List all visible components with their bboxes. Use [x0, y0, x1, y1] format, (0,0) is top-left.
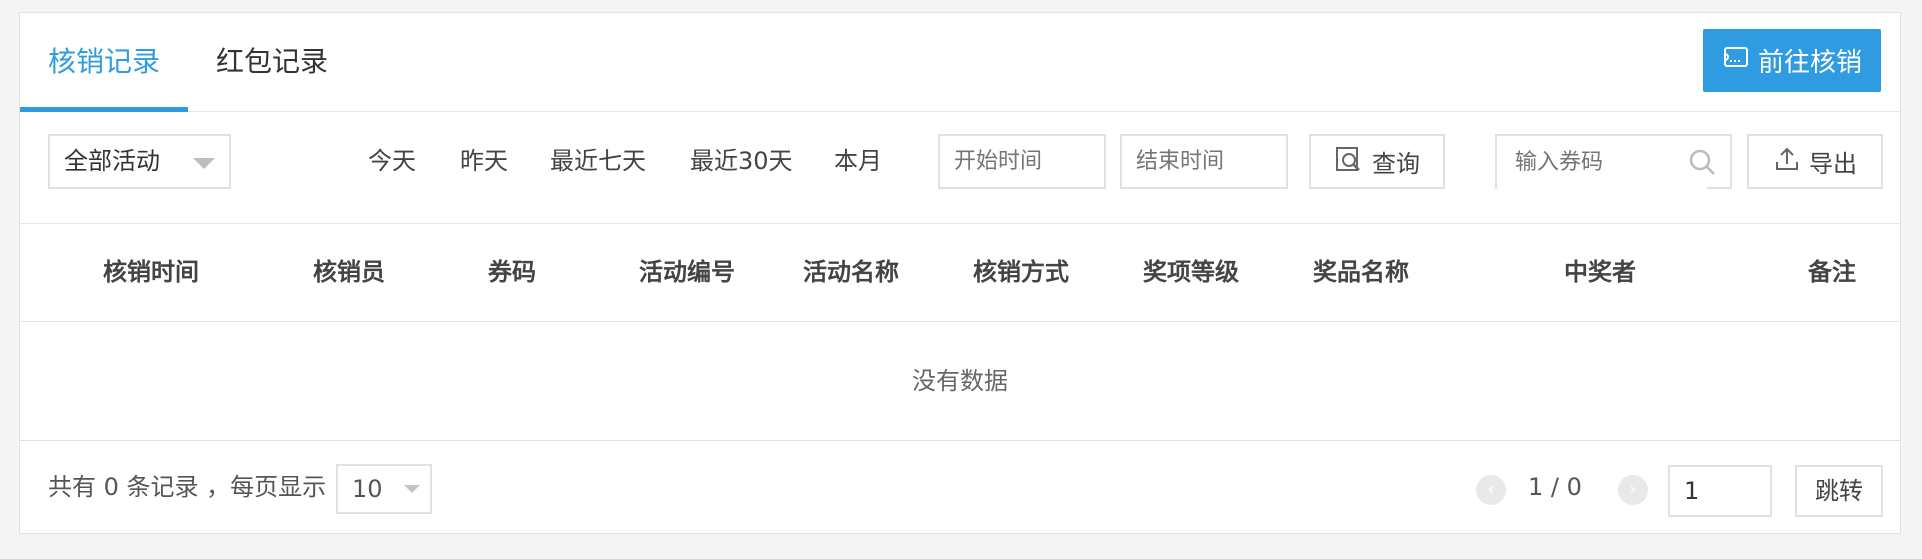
jump-page-input[interactable] [1668, 465, 1772, 517]
pagination-footer: 共有 0 条记录 ，每页显示 10 ‹ 1 / 0 › 跳转 [20, 441, 1900, 535]
col-verifier: 核销员 [313, 258, 385, 286]
records-panel: 核销记录 红包记录 前往核销 全部活动 今天 昨天 最近七天 最近30天 本月 … [19, 12, 1901, 534]
page-indicator: 1 / 0 [1528, 473, 1582, 501]
page-size-value: 10 [352, 475, 383, 503]
col-activity-id: 活动编号 [639, 258, 735, 286]
col-coupon-code: 券码 [488, 258, 536, 286]
range-this-month[interactable]: 本月 [834, 134, 882, 189]
tab-red-packet-records[interactable]: 红包记录 [216, 13, 328, 111]
start-date-input[interactable] [938, 134, 1106, 189]
search-doc-icon [1334, 145, 1362, 179]
export-label: 导出 [1809, 150, 1857, 178]
col-verify-method: 核销方式 [973, 258, 1069, 286]
col-winner: 中奖者 [1564, 258, 1636, 286]
end-date-input[interactable] [1120, 134, 1288, 189]
range-today[interactable]: 今天 [368, 134, 416, 189]
search-icon[interactable] [1688, 148, 1716, 176]
export-button[interactable]: 导出 [1747, 134, 1883, 189]
activity-select-value: 全部活动 [64, 147, 160, 175]
go-verify-button[interactable]: 前往核销 [1703, 29, 1881, 92]
chevron-down-icon [404, 485, 420, 493]
upload-icon [1773, 145, 1801, 179]
query-button[interactable]: 查询 [1309, 134, 1445, 189]
tab-bar: 核销记录 红包记录 前往核销 [19, 13, 1900, 112]
ticket-icon [1722, 43, 1750, 78]
range-last-7-days[interactable]: 最近七天 [550, 134, 646, 189]
col-verify-time: 核销时间 [103, 258, 199, 286]
coupon-code-input[interactable] [1497, 136, 1707, 189]
range-yesterday[interactable]: 昨天 [460, 134, 508, 189]
jump-button[interactable]: 跳转 [1795, 465, 1883, 517]
table-header: 核销时间 核销员 券码 活动编号 活动名称 核销方式 奖项等级 奖品名称 中奖者… [20, 223, 1900, 322]
col-prize-name: 奖品名称 [1313, 258, 1409, 286]
next-page-button[interactable]: › [1618, 475, 1648, 505]
query-label: 查询 [1372, 150, 1420, 178]
page-size-select[interactable]: 10 [336, 464, 432, 514]
empty-state: 没有数据 [20, 322, 1900, 441]
tab-verification-records[interactable]: 核销记录 [19, 13, 189, 112]
total-records-text: 共有 0 条记录 ，每页显示 [48, 473, 327, 501]
activity-select[interactable]: 全部活动 [48, 134, 231, 189]
filter-bar: 全部活动 今天 昨天 最近七天 最近30天 本月 查询 导出 [20, 111, 1900, 224]
chevron-down-icon [193, 158, 215, 169]
col-activity-name: 活动名称 [803, 258, 899, 286]
go-verify-label: 前往核销 [1757, 48, 1862, 78]
col-prize-level: 奖项等级 [1143, 258, 1239, 286]
prev-page-button[interactable]: ‹ [1476, 475, 1506, 505]
col-remarks: 备注 [1808, 258, 1856, 286]
coupon-code-search [1495, 134, 1732, 189]
range-last-30-days[interactable]: 最近30天 [690, 134, 793, 189]
